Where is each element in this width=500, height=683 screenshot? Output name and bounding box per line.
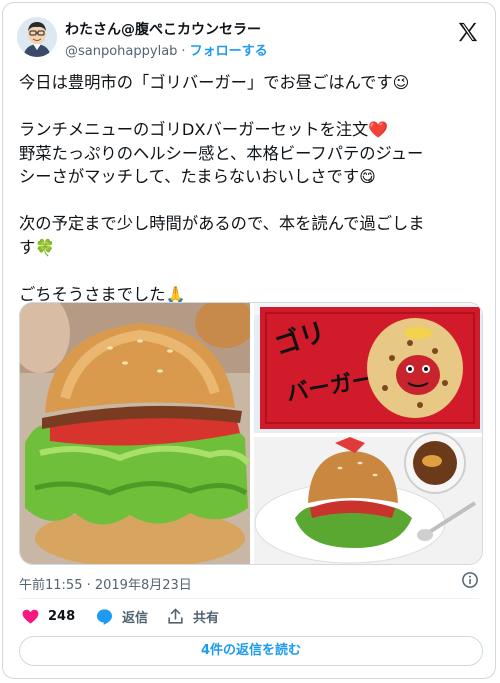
heart-icon xyxy=(22,609,39,624)
info-icon[interactable] xyxy=(461,571,479,589)
burger-set-plate-photo[interactable] xyxy=(254,432,483,565)
share-label: 共有 xyxy=(193,611,220,626)
tweet-line: 今日は豊明市の「ゴリバーガー」でお昼ごはんです😉 xyxy=(19,71,483,95)
tweet-line-text: ランチメニューのゴリDXバーガーセットを注文 xyxy=(19,120,369,139)
share-button[interactable]: 共有 xyxy=(166,607,219,626)
like-count: 248 xyxy=(48,609,76,624)
reply-bubble-icon xyxy=(96,609,113,625)
read-replies-button[interactable]: 4件の返信を読む xyxy=(19,636,483,666)
x-logo-icon[interactable] xyxy=(457,21,479,43)
author-meta: @sanpohappylab · フォローする xyxy=(65,40,268,59)
share-upload-icon xyxy=(168,608,183,624)
tweet-line: シーさがマッチして、たまらないおいしさです😋 xyxy=(19,165,483,189)
yum-emoji-icon: 😋 xyxy=(359,167,376,186)
tweet-line-text: シーさがマッチして、たまらないおいしさです xyxy=(19,167,360,186)
tweet-header: わたさん@腹ぺこカウンセラー @sanpohappylab · フォローする xyxy=(17,15,481,63)
author-name[interactable]: わたさん@腹ぺこカウンセラー xyxy=(65,19,261,39)
clover-emoji-icon: 🍀 xyxy=(35,237,56,257)
tweet-line: 次の予定まで少し時間があるので、本を読んで過ごしま xyxy=(19,212,483,236)
tweet-line: す🍀 xyxy=(19,236,483,260)
tweet-text: 今日は豊明市の「ゴリバーガー」でお昼ごはんです😉 ランチメニューのゴリDXバーガ… xyxy=(19,71,483,306)
separator-dot: · xyxy=(181,44,186,59)
like-button[interactable]: 248 xyxy=(21,607,75,626)
author-handle[interactable]: @sanpohappylab xyxy=(65,44,177,59)
follow-button[interactable]: フォローする xyxy=(190,44,268,59)
avatar[interactable] xyxy=(17,17,57,57)
tweet-line: ランチメニューのゴリDXバーガーセットを注文❤️ xyxy=(19,118,483,142)
tweet-media-grid[interactable]: ゴリ バーガー xyxy=(19,302,483,565)
tweet-line-text: ごちそうさまでした xyxy=(19,284,166,304)
tweet-line-text: 今日は豊明市の「ゴリバーガー」でお昼ごはんです xyxy=(19,73,393,92)
reply-label: 返信 xyxy=(122,611,149,626)
reply-button[interactable]: 返信 xyxy=(95,607,148,626)
gori-burger-sign-photo[interactable]: ゴリ バーガー xyxy=(254,303,483,433)
tweet-line-text: 野菜たっぷりのヘルシー感と、本格ビーフパテのジュー xyxy=(19,143,424,163)
divider xyxy=(19,598,479,599)
tweet-line-text: 次の予定まで少し時間があるので、本を読んで過ごしま xyxy=(19,214,425,233)
tweet-card: わたさん@腹ぺこカウンセラー @sanpohappylab · フォローする 今日は… xyxy=(2,2,496,679)
avatar-illustration xyxy=(17,17,57,57)
burger-closeup-photo[interactable] xyxy=(20,303,255,565)
tweet-line-text: す xyxy=(19,237,36,257)
tweet-line: 野菜たっぷりのヘルシー感と、本格ビーフパテのジュー xyxy=(19,142,483,166)
heart-emoji-icon: ❤️ xyxy=(368,120,389,139)
wink-emoji-icon: 😉 xyxy=(392,73,410,92)
tweet-timestamp[interactable]: 午前11:55 · 2019年8月23日 xyxy=(19,574,192,593)
